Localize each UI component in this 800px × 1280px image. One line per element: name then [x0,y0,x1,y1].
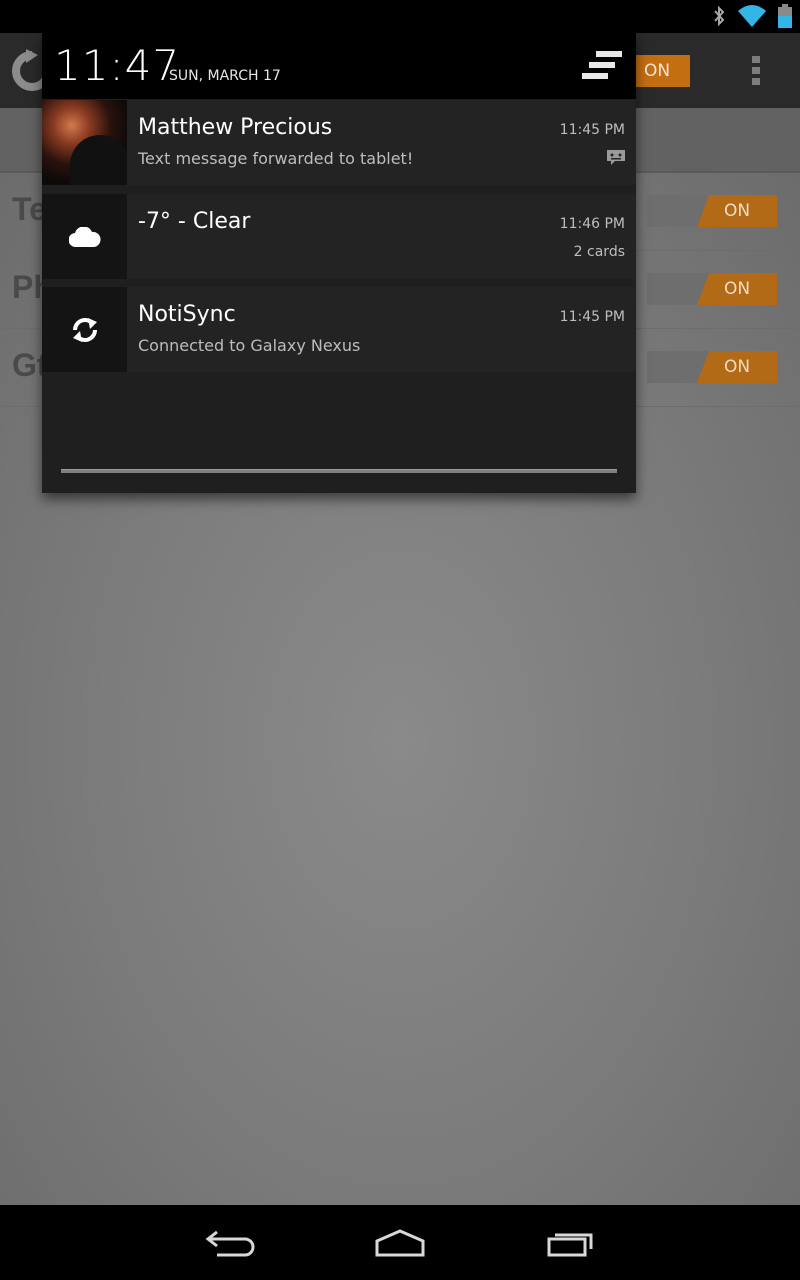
toggle-switch[interactable]: ON [647,351,777,383]
sms-icon [607,150,625,170]
back-icon[interactable] [205,1230,255,1261]
notification-shade: 11:47 SUN, MARCH 17 Matthew Precious Tex… [42,33,636,493]
notification-item[interactable]: -7° - Clear 11:46 PM 2 cards [42,194,636,279]
sync-icon [42,287,127,372]
notification-item[interactable]: Matthew Precious Text message forwarded … [42,100,636,185]
notification-item[interactable]: NotiSync Connected to Galaxy Nexus 11:45… [42,287,636,372]
clear-all-icon[interactable] [582,51,624,87]
shade-drag-handle[interactable] [61,469,617,473]
toggle-switch[interactable]: ON [647,195,777,227]
notification-time: 11:45 PM [559,122,625,138]
navigation-bar [0,1205,800,1280]
notification-title: Matthew Precious [138,115,333,140]
clock: 11:47 [54,41,181,90]
shade-header: 11:47 SUN, MARCH 17 [42,33,636,99]
master-toggle[interactable]: ON [632,55,690,87]
notification-text: Text message forwarded to tablet! [138,149,414,168]
toggle-knob: ON [697,273,777,305]
shade-footer [42,373,636,493]
notification-text: Connected to Galaxy Nexus [138,336,361,355]
notification-title: -7° - Clear [138,209,251,234]
contact-photo [42,100,127,185]
wifi-icon [738,5,766,31]
bluetooth-icon [712,5,726,31]
overflow-menu-icon[interactable] [752,56,762,85]
notification-time: 11:45 PM [559,309,625,325]
toggle-switch[interactable]: ON [647,273,777,305]
toggle-knob: ON [697,351,777,383]
cloud-icon [42,194,127,279]
date: SUN, MARCH 17 [169,68,281,84]
battery-icon [778,4,792,32]
notification-info: 2 cards [573,244,625,260]
status-bar [0,0,800,33]
recents-icon[interactable] [547,1229,595,1261]
notification-time: 11:46 PM [559,216,625,232]
home-icon[interactable] [375,1229,425,1261]
toggle-knob: ON [697,195,777,227]
notification-title: NotiSync [138,302,236,327]
